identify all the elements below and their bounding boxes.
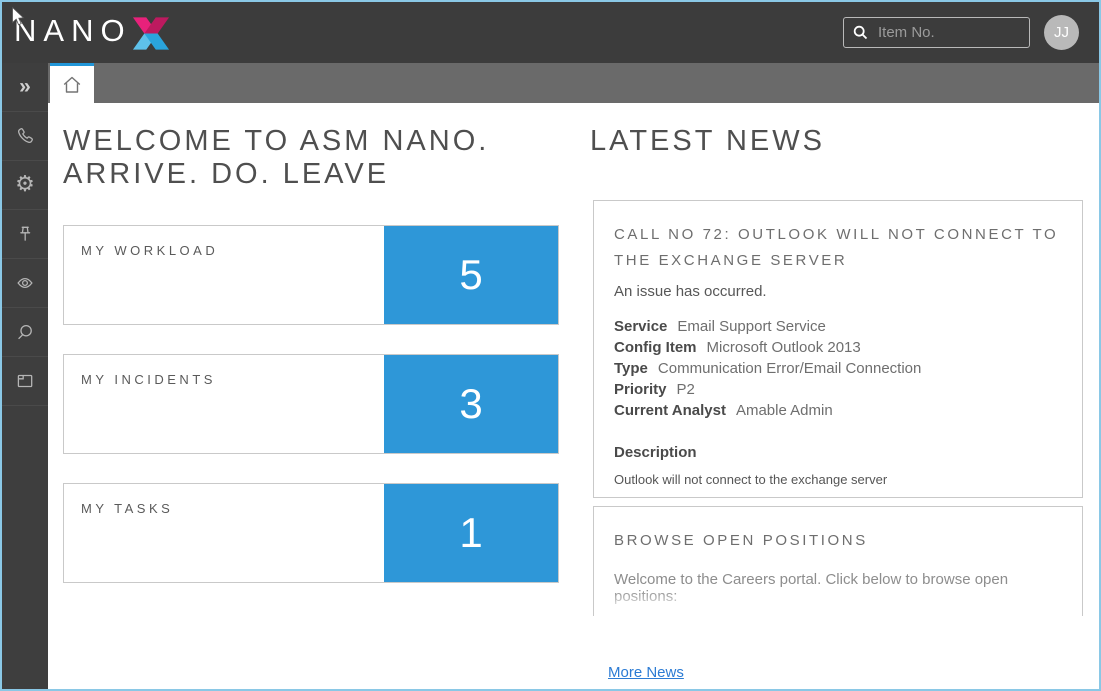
logo-wordmark: NANO — [14, 11, 132, 51]
tab-home[interactable] — [50, 63, 94, 103]
description-label: Description — [614, 444, 1062, 461]
main-content: WELCOME TO ASM NANO. ARRIVE. DO. LEAVE M… — [48, 103, 1099, 689]
news-article-title: BROWSE OPEN POSITIONS — [614, 528, 1062, 554]
tab-bar — [48, 63, 1099, 103]
stat-card-label: MY TASKS — [81, 501, 173, 516]
search-input[interactable] — [876, 23, 1020, 42]
pin-icon — [14, 223, 36, 245]
stat-card-count: 1 — [384, 484, 558, 582]
sidebar-item-expand[interactable]: » — [2, 63, 48, 112]
field-row-type: Type Communication Error/Email Connection — [614, 358, 1062, 379]
item-search-box — [843, 17, 1030, 48]
mouse-cursor — [12, 7, 25, 26]
news-article-call-72: CALL NO 72: OUTLOOK WILL NOT CONNECT TO … — [593, 200, 1083, 498]
stat-card-my-incidents[interactable]: MY INCIDENTS 3 — [63, 354, 559, 454]
home-icon — [60, 73, 84, 97]
window-icon — [14, 370, 36, 392]
more-news-link[interactable]: More News — [608, 664, 684, 681]
top-header-bar: NANO JJ — [2, 2, 1099, 63]
field-label: Type — [614, 360, 648, 377]
app-window: NANO JJ » ⚙ — [0, 0, 1101, 691]
stat-card-my-workload[interactable]: MY WORKLOAD 5 — [63, 225, 559, 325]
stat-card-count: 3 — [384, 355, 558, 453]
brand-x-icon — [132, 16, 170, 51]
latest-news-heading: LATEST NEWS — [590, 125, 825, 158]
field-row-config-item: Config Item Microsoft Outlook 2013 — [614, 337, 1062, 358]
eye-icon — [14, 272, 36, 294]
sidebar-item-new-window[interactable] — [2, 357, 48, 406]
sidebar-item-settings[interactable]: ⚙ — [2, 161, 48, 210]
welcome-heading-line1: WELCOME TO ASM NANO. — [63, 125, 489, 158]
stat-card-my-tasks[interactable]: MY TASKS 1 — [63, 483, 559, 583]
field-value: Communication Error/Email Connection — [658, 360, 921, 377]
sidebar-item-search[interactable] — [2, 308, 48, 357]
stat-card-count: 5 — [384, 226, 558, 324]
field-label: Priority — [614, 381, 667, 398]
field-label: Service — [614, 318, 667, 335]
field-label: Current Analyst — [614, 402, 726, 419]
left-sidebar: » ⚙ — [2, 63, 48, 689]
field-value: Microsoft Outlook 2013 — [707, 339, 861, 356]
search-icon — [853, 25, 868, 40]
search-icon — [14, 321, 36, 343]
field-value: P2 — [677, 381, 695, 398]
stat-card-list: MY WORKLOAD 5 MY INCIDENTS 3 MY TASKS 1 — [63, 225, 559, 612]
news-article-intro: An issue has occurred. — [614, 283, 1062, 300]
phone-icon — [14, 125, 36, 147]
nano-logo: NANO — [14, 11, 170, 51]
field-label: Config Item — [614, 339, 697, 356]
field-value: Amable Admin — [736, 402, 833, 419]
news-article-intro: Welcome to the Careers portal. Click bel… — [614, 571, 1062, 605]
news-article-fields: Service Email Support Service Config Item… — [614, 316, 1062, 421]
description-text: Outlook will not connect to the exchange… — [614, 472, 1062, 487]
stat-card-label: MY INCIDENTS — [81, 372, 216, 387]
field-row-priority: Priority P2 — [614, 379, 1062, 400]
sidebar-item-pinned[interactable] — [2, 210, 48, 259]
news-article-title: CALL NO 72: OUTLOOK WILL NOT CONNECT TO … — [614, 222, 1062, 274]
news-article-browse-positions: BROWSE OPEN POSITIONS Welcome to the Car… — [593, 506, 1083, 616]
welcome-heading-line2: ARRIVE. DO. LEAVE — [63, 158, 489, 191]
user-avatar[interactable]: JJ — [1044, 15, 1079, 50]
sidebar-item-calls[interactable] — [2, 112, 48, 161]
field-value: Email Support Service — [677, 318, 825, 335]
welcome-heading: WELCOME TO ASM NANO. ARRIVE. DO. LEAVE — [63, 125, 489, 191]
double-chevron-right-icon: » — [19, 76, 31, 97]
field-row-service: Service Email Support Service — [614, 316, 1062, 337]
field-row-current-analyst: Current Analyst Amable Admin — [614, 400, 1062, 421]
sidebar-item-watch[interactable] — [2, 259, 48, 308]
gear-icon: ⚙ — [15, 174, 35, 196]
stat-card-label: MY WORKLOAD — [81, 243, 218, 258]
